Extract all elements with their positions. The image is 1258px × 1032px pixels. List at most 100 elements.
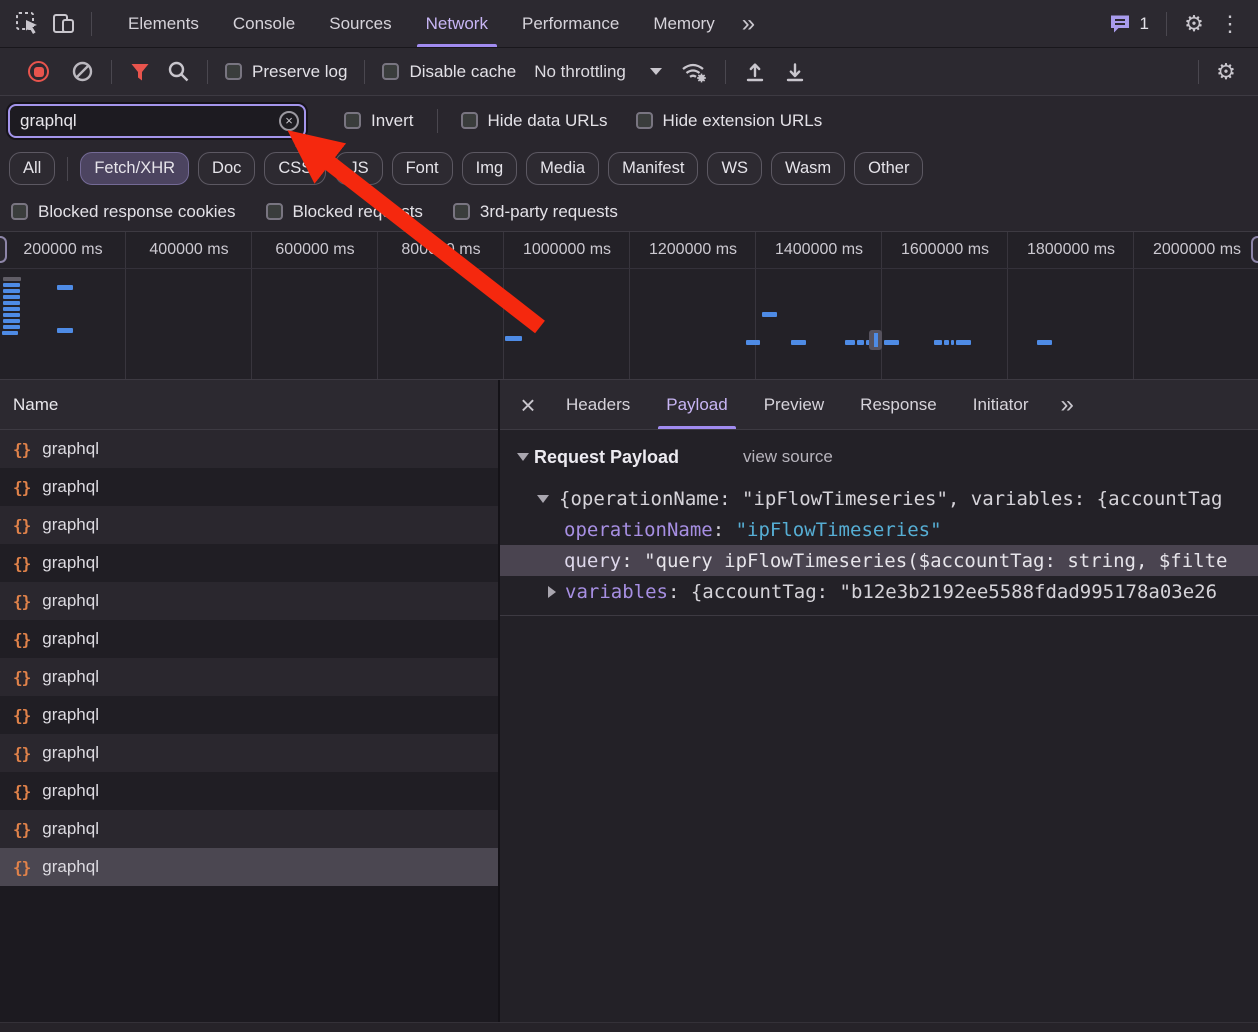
detail-tab-payload[interactable]: Payload	[648, 380, 745, 429]
filter-type-css[interactable]: CSS	[264, 152, 326, 185]
waterfall-bar[interactable]	[956, 340, 971, 345]
waterfall-bar[interactable]	[845, 340, 855, 345]
timeline-left-handle[interactable]	[0, 236, 7, 263]
waterfall-bar[interactable]	[3, 301, 20, 305]
menu-kebab-icon[interactable]: ⋮	[1212, 6, 1248, 42]
detail-tab-initiator[interactable]: Initiator	[955, 380, 1047, 429]
request-row[interactable]: {}graphql	[0, 582, 498, 620]
waterfall-bar[interactable]	[934, 340, 942, 345]
filter-toggle-button[interactable]	[129, 62, 151, 82]
checkbox-box[interactable]	[382, 63, 399, 80]
request-row[interactable]: {}graphql	[0, 544, 498, 582]
clear-button[interactable]	[71, 60, 94, 83]
payload-root-row[interactable]: {operationName: "ipFlowTimeseries", vari…	[500, 483, 1258, 514]
waterfall-bar[interactable]	[884, 340, 899, 345]
waterfall-bar[interactable]	[746, 340, 760, 345]
waterfall-bar[interactable]	[57, 328, 73, 333]
tab-elements[interactable]: Elements	[111, 0, 216, 47]
detail-tab-preview[interactable]: Preview	[746, 380, 842, 429]
filter-type-fetch-xhr[interactable]: Fetch/XHR	[80, 152, 189, 185]
waterfall-bar[interactable]	[791, 340, 806, 345]
issues-button[interactable]: 1	[1100, 13, 1157, 35]
filter-type-manifest[interactable]: Manifest	[608, 152, 698, 185]
throttling-select[interactable]: No throttling	[534, 62, 662, 82]
request-row[interactable]: {}graphql	[0, 696, 498, 734]
name-column-header[interactable]: Name	[0, 380, 498, 430]
request-payload-section[interactable]: Request Payload view source	[500, 439, 1258, 475]
waterfall-bar[interactable]	[951, 340, 954, 345]
view-source-link[interactable]: view source	[743, 447, 833, 467]
filter-type-wasm[interactable]: Wasm	[771, 152, 845, 185]
more-detail-tabs-icon[interactable]: »	[1050, 393, 1083, 417]
filter-3rd-party-requests-checkbox[interactable]: 3rd-party requests	[453, 202, 618, 222]
network-settings-gear-icon[interactable]: ⚙	[1208, 54, 1244, 90]
request-row[interactable]: {}graphql	[0, 430, 498, 468]
disable-cache-checkbox[interactable]: Disable cache	[382, 62, 516, 82]
filter-type-all[interactable]: All	[9, 152, 55, 185]
tab-memory[interactable]: Memory	[636, 0, 731, 47]
filter-input[interactable]	[8, 104, 306, 138]
tab-performance[interactable]: Performance	[505, 0, 636, 47]
triangle-down-icon[interactable]	[537, 495, 549, 503]
hide-extension-urls-checkbox[interactable]: Hide extension URLs	[636, 111, 823, 131]
request-row[interactable]: {}graphql	[0, 468, 498, 506]
request-row[interactable]: {}graphql	[0, 734, 498, 772]
waterfall-bar[interactable]	[3, 307, 20, 311]
waterfall-bar[interactable]	[762, 312, 777, 317]
timeline-overview[interactable]: 200000 ms400000 ms600000 ms800000 ms1000…	[0, 232, 1258, 380]
request-row[interactable]: {}graphql	[0, 810, 498, 848]
filter-blocked-requests-checkbox[interactable]: Blocked requests	[266, 202, 423, 222]
hide-data-urls-checkbox[interactable]: Hide data URLs	[461, 111, 608, 131]
waterfall-selected-marker[interactable]	[869, 330, 882, 350]
checkbox-box[interactable]	[11, 203, 28, 220]
tab-console[interactable]: Console	[216, 0, 312, 47]
filter-type-js[interactable]: JS	[335, 152, 382, 185]
payload-query-row-selected[interactable]: query: "query ipFlowTimeseries($accountT…	[500, 545, 1258, 576]
invert-checkbox[interactable]: Invert	[344, 111, 414, 131]
request-row[interactable]: {}graphql	[0, 848, 498, 886]
timeline-right-handle[interactable]	[1251, 236, 1258, 263]
waterfall-bar[interactable]	[944, 340, 949, 345]
payload-operation-row[interactable]: operationName: "ipFlowTimeseries"	[500, 514, 1258, 545]
checkbox-box[interactable]	[453, 203, 470, 220]
clear-filter-icon[interactable]: ×	[279, 111, 299, 131]
request-row[interactable]: {}graphql	[0, 506, 498, 544]
triangle-right-icon[interactable]	[548, 586, 556, 598]
filter-blocked-response-cookies-checkbox[interactable]: Blocked response cookies	[11, 202, 236, 222]
export-har-button[interactable]	[783, 60, 807, 84]
request-row[interactable]: {}graphql	[0, 658, 498, 696]
checkbox-box[interactable]	[266, 203, 283, 220]
waterfall-bar[interactable]	[3, 277, 21, 281]
waterfall-bar[interactable]	[3, 289, 20, 293]
detail-tab-headers[interactable]: Headers	[548, 380, 648, 429]
waterfall-bar[interactable]	[3, 319, 20, 323]
payload-variables-row[interactable]: variables: {accountTag: "b12e3b2192ee558…	[500, 576, 1258, 607]
filter-type-doc[interactable]: Doc	[198, 152, 255, 185]
waterfall-bar[interactable]	[3, 283, 20, 287]
device-toolbar-icon[interactable]	[46, 6, 82, 42]
filter-type-img[interactable]: Img	[462, 152, 518, 185]
inspect-element-icon[interactable]	[10, 6, 46, 42]
preserve-log-checkbox[interactable]: Preserve log	[225, 62, 347, 82]
import-har-button[interactable]	[743, 60, 767, 84]
waterfall-bar[interactable]	[505, 336, 522, 341]
checkbox-box[interactable]	[344, 112, 361, 129]
record-button[interactable]	[22, 61, 55, 82]
close-details-icon[interactable]: ×	[508, 392, 548, 418]
settings-gear-icon[interactable]: ⚙	[1176, 6, 1212, 42]
waterfall-bar[interactable]	[57, 285, 73, 290]
request-row[interactable]: {}graphql	[0, 620, 498, 658]
filter-type-font[interactable]: Font	[392, 152, 453, 185]
checkbox-box[interactable]	[636, 112, 653, 129]
checkbox-box[interactable]	[461, 112, 478, 129]
tab-sources[interactable]: Sources	[312, 0, 408, 47]
filter-type-media[interactable]: Media	[526, 152, 599, 185]
tab-network[interactable]: Network	[409, 0, 505, 47]
filter-type-other[interactable]: Other	[854, 152, 923, 185]
waterfall-bar[interactable]	[857, 340, 864, 345]
waterfall-bar[interactable]	[3, 295, 20, 299]
waterfall-bar[interactable]	[3, 313, 20, 317]
detail-tab-response[interactable]: Response	[842, 380, 955, 429]
waterfall-bar[interactable]	[1037, 340, 1052, 345]
waterfall-bar[interactable]	[3, 325, 20, 329]
